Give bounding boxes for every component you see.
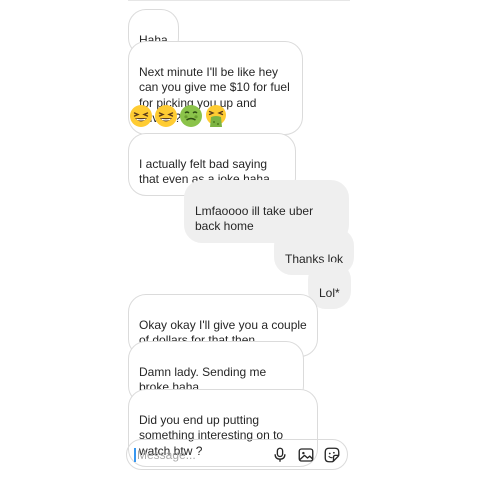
nauseated-face-icon bbox=[180, 105, 202, 127]
grinning-squinting-face-icon bbox=[130, 105, 152, 127]
microphone-icon[interactable] bbox=[271, 446, 289, 464]
chat-thread: Haha Next minute I'll be like hey can yo… bbox=[0, 0, 480, 480]
divider bbox=[128, 0, 350, 1]
gallery-icon[interactable] bbox=[297, 446, 315, 464]
grinning-squinting-face-icon bbox=[155, 105, 177, 127]
message-text: Lol* bbox=[319, 285, 340, 300]
message-composer[interactable]: Message... bbox=[126, 439, 348, 470]
sticker-icon[interactable] bbox=[323, 446, 341, 464]
message-input[interactable]: Message... bbox=[137, 448, 196, 462]
emoji-message[interactable] bbox=[129, 104, 228, 130]
text-caret bbox=[134, 448, 136, 462]
vomiting-face-icon bbox=[206, 105, 226, 127]
